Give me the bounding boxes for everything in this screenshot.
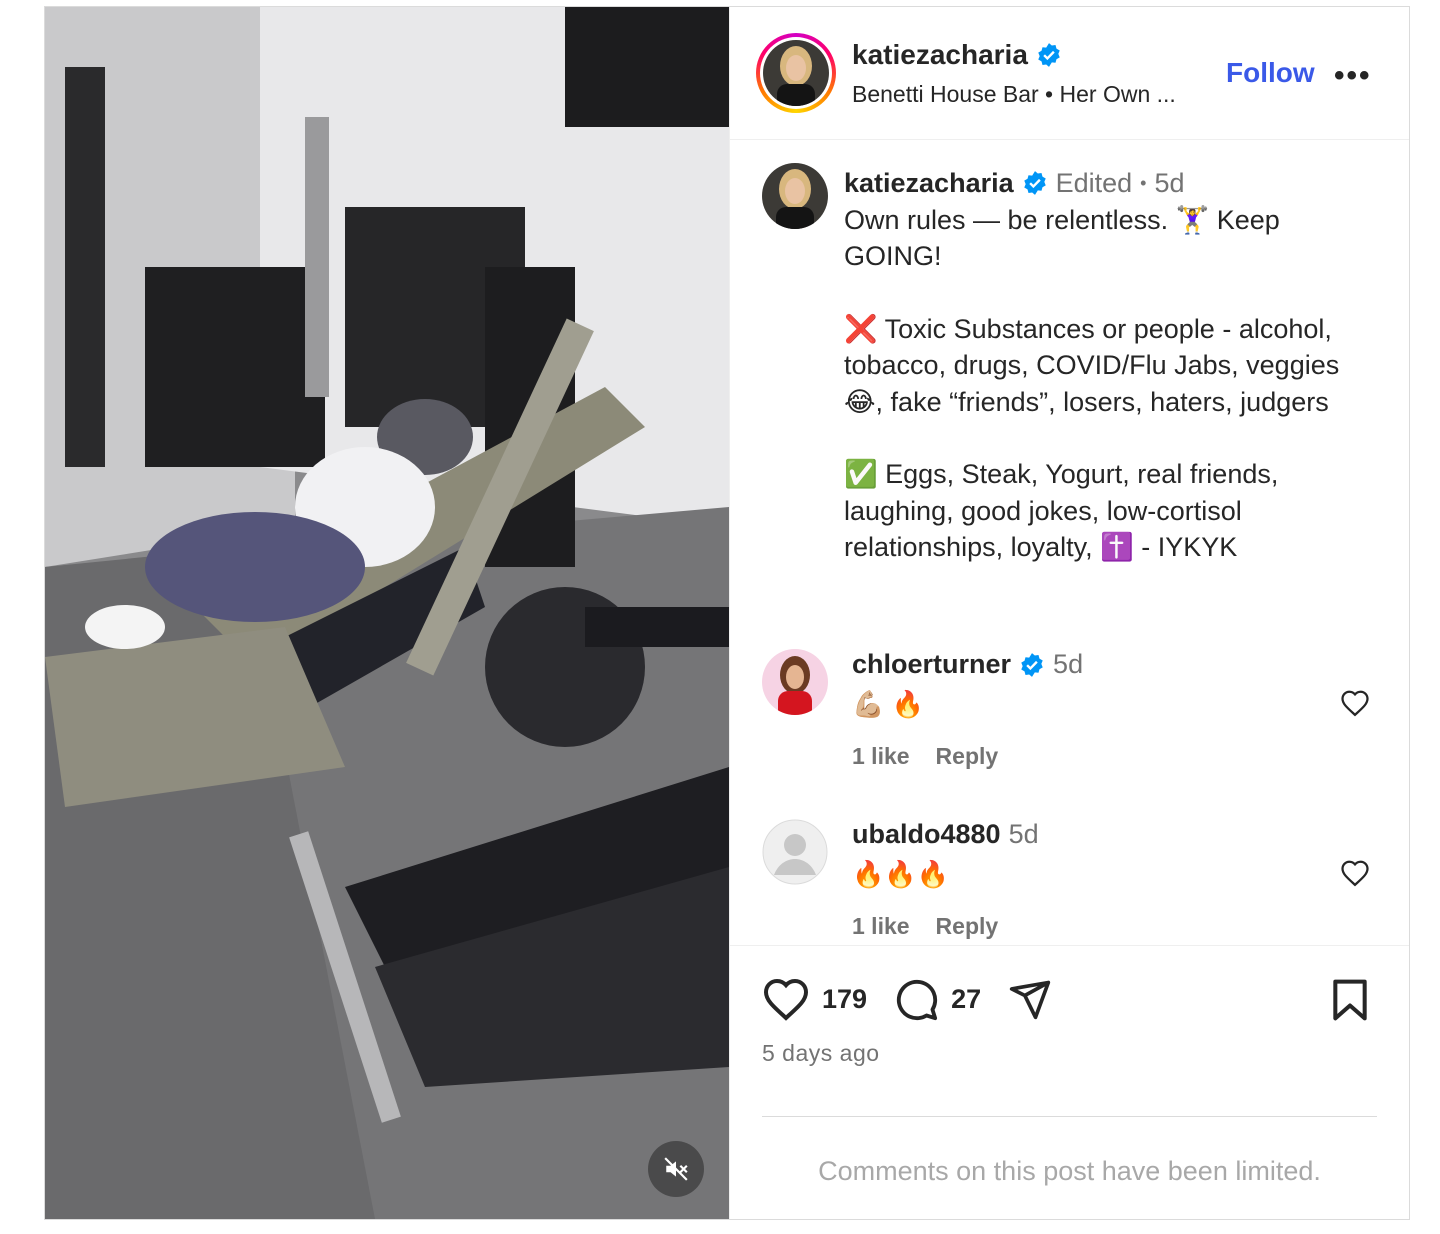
post-video[interactable] [45,7,729,1219]
header-user: katiezacharia [852,39,1062,71]
header-username[interactable]: katiezacharia [852,39,1028,71]
comment-avatar[interactable] [762,819,828,885]
post-footer: 179 27 5 days ago Comments on this post … [730,945,1409,1220]
gym-video-frame [45,7,729,1219]
divider [762,1116,1377,1117]
edited-label: Edited [1055,168,1133,198]
comment-icon[interactable] [893,976,939,1022]
follow-button[interactable]: Follow [1226,57,1315,89]
bookmark-icon[interactable] [1330,978,1370,1022]
avatar-image [762,649,828,715]
more-options-button[interactable]: ••• [1334,59,1372,93]
caption-avatar[interactable] [762,163,828,229]
caption-line-2: ❌ Toxic Substances or people - alcohol, … [844,313,1340,417]
caption-line-3: ✅ Eggs, Steak, Yogurt, real friends, lau… [844,459,1279,562]
meta-dot: • [1140,173,1147,193]
verified-icon [1038,43,1060,67]
action-bar: 179 27 [762,976,1053,1022]
comment-likes[interactable]: 1 like [852,743,910,770]
comment-age[interactable]: 5d [1053,649,1083,680]
comment-count[interactable]: 27 [951,984,981,1015]
caption-body: katiezacharia Edited • 5d Own rules — be… [844,165,1384,566]
post-header: katiezacharia Benetti House Bar • Her Ow… [730,7,1409,140]
caption-username[interactable]: katiezacharia [844,165,1014,202]
mute-button[interactable] [648,1141,704,1197]
comments-limited-notice: Comments on this post have been limited. [818,1156,1321,1186]
avatar-image [763,40,829,106]
heart-icon[interactable] [1340,859,1370,887]
post-dialog: katiezacharia Benetti House Bar • Her Ow… [44,6,1410,1220]
reply-button[interactable]: Reply [936,743,999,770]
comment-age[interactable]: 5d [1009,819,1039,850]
heart-icon[interactable] [1340,689,1370,717]
story-avatar[interactable] [756,33,836,113]
mute-icon [664,1157,688,1181]
verified-icon [1023,171,1046,196]
comment-username[interactable]: chloerturner [852,649,1011,680]
heart-icon[interactable] [762,977,810,1021]
caption-age[interactable]: 5d [1154,165,1184,202]
comment-avatar[interactable] [762,649,828,715]
comment-text: 💪🏼 🔥 [852,689,924,719]
share-icon[interactable] [1007,977,1053,1021]
caption-line-1: Own rules — be relentless. 🏋️‍♀️ Keep GO… [844,204,1280,272]
comment-actions: 1 like Reply [852,743,998,770]
like-count[interactable]: 179 [822,984,867,1015]
post-panel: katiezacharia Benetti House Bar • Her Ow… [729,7,1409,1219]
posted-time[interactable]: 5 days ago [762,1040,880,1067]
comment-actions: 1 like Reply [852,913,998,940]
comment-header: chloerturner 5d [852,649,1083,680]
comment-text: 🔥🔥🔥 [852,859,950,889]
reply-button[interactable]: Reply [936,913,999,940]
verified-icon [1021,652,1043,677]
comment-likes[interactable]: 1 like [852,913,910,940]
avatar-image [762,163,828,229]
comment-username[interactable]: ubaldo4880 [852,819,1001,850]
default-avatar-icon [762,819,828,885]
comment-header: ubaldo4880 5d [852,819,1039,850]
location-text[interactable]: Benetti House Bar • Her Own ... [852,81,1176,108]
